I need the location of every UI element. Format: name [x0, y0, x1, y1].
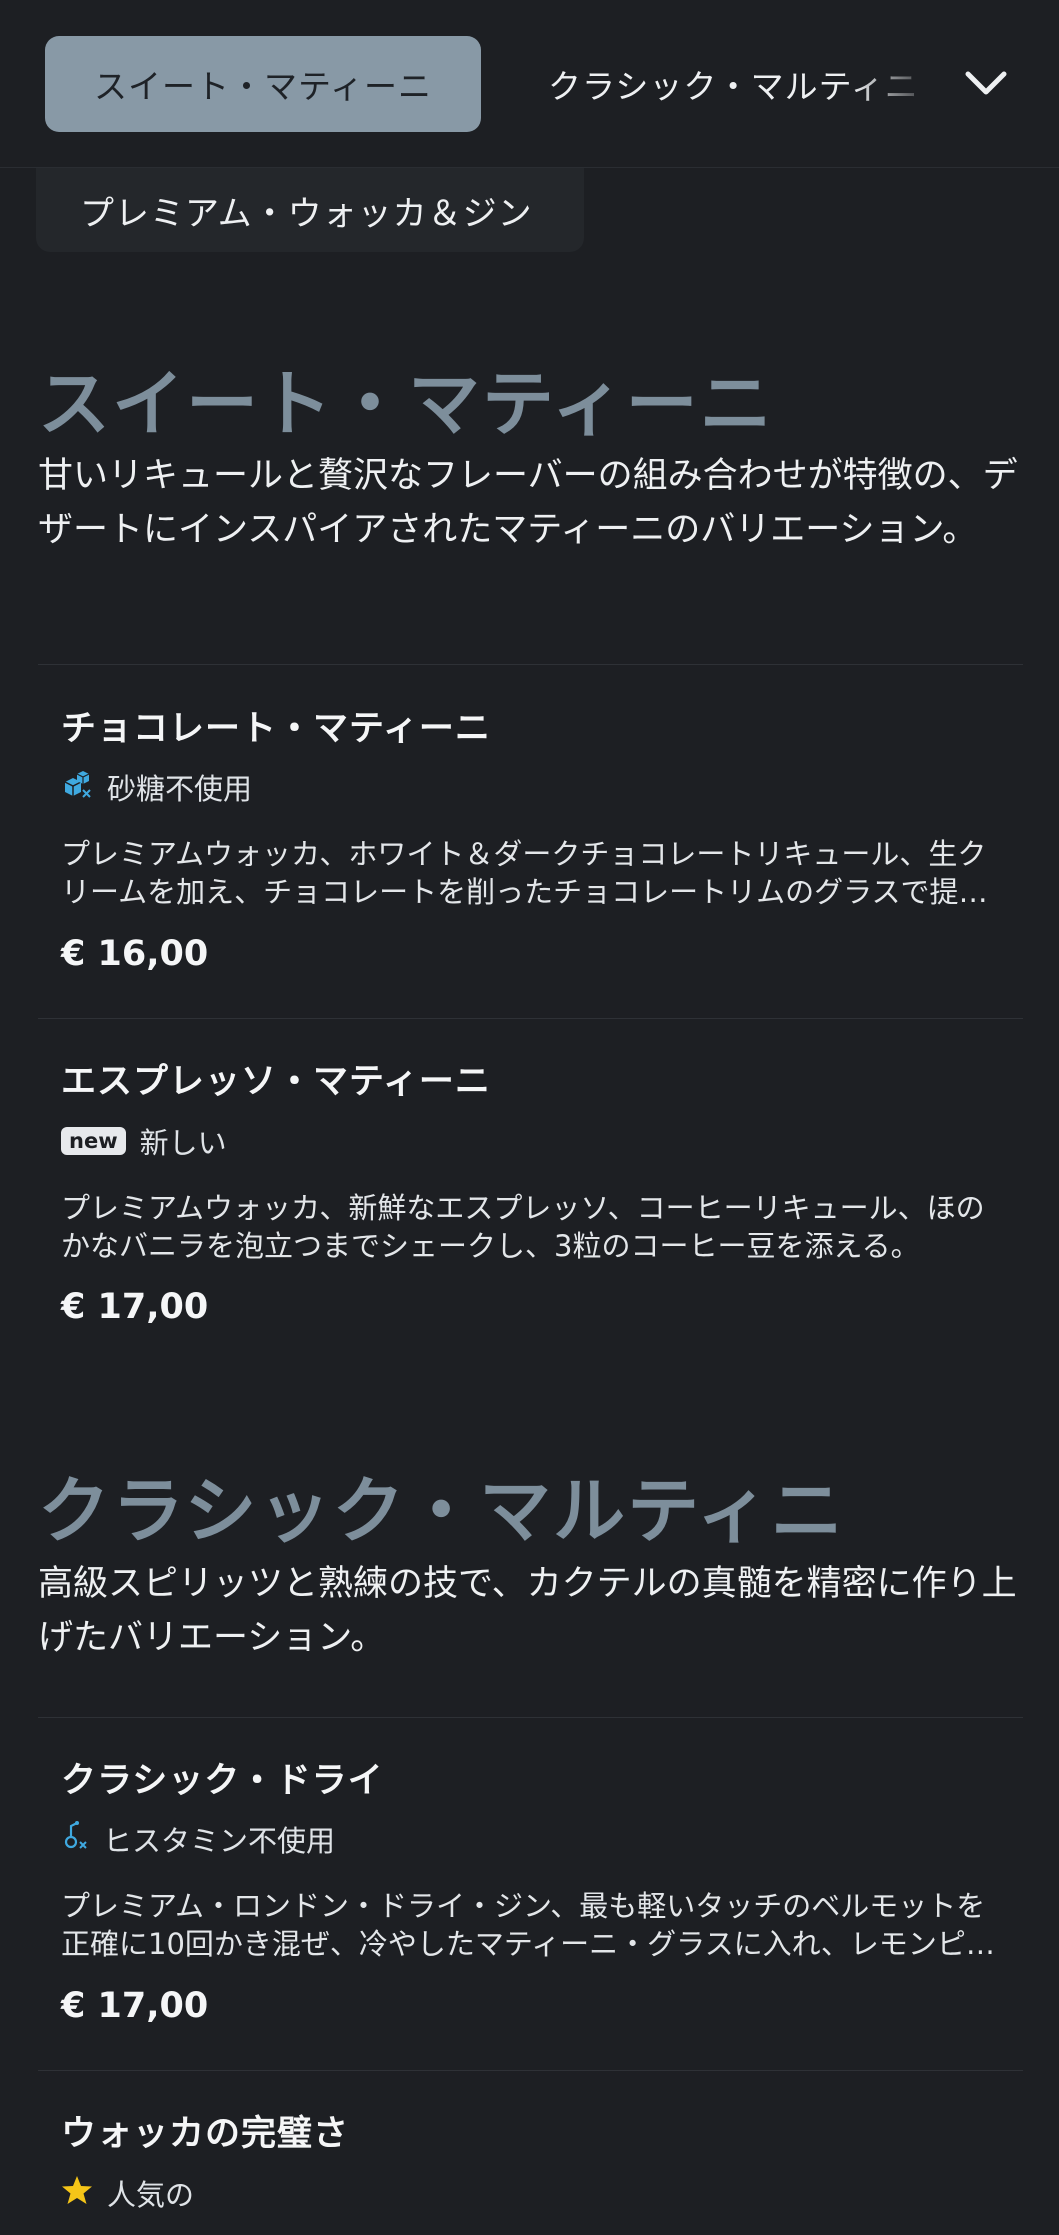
new-badge: new [61, 1127, 126, 1155]
menu-page: スイート・マティーニ クラシック・マルティニ プレミアム・ウォッカ＆ジン スイー… [0, 0, 1059, 2235]
section-title: スイート・マティーニ [38, 362, 774, 446]
item-tag: 砂糖不使用 [61, 766, 252, 808]
item-name: ウォッカの完璧さ [61, 2114, 350, 2154]
chevron-down-icon[interactable] [960, 58, 1012, 110]
item-tag-label: 砂糖不使用 [107, 772, 253, 806]
divider [38, 2070, 1023, 2071]
item-tag: ヒスタミン不使用 [61, 1818, 335, 1860]
item-price: € 16,00 [61, 934, 209, 974]
item-tag: new 新しい [61, 1120, 227, 1162]
item-name: クラシック・ドライ [61, 1761, 384, 1801]
star-icon [61, 2174, 93, 2213]
item-name: エスプレッソ・マティーニ [61, 1062, 491, 1102]
item-tag-label: ヒスタミン不使用 [103, 1824, 336, 1858]
sugar-free-icon [61, 768, 93, 807]
item-tag-label: 新しい [139, 1126, 227, 1160]
tab-sweet-martini[interactable]: スイート・マティーニ [45, 36, 481, 132]
histamine-free-icon [61, 1820, 89, 1859]
item-name: チョコレート・マティーニ [61, 709, 491, 749]
item-tag-label: 人気の [107, 2178, 195, 2212]
item-description: プレミアム・ロンドン・ドライ・ジン、最も軽いタッチのベルモットを正確に10回かき… [61, 1889, 995, 1961]
category-nav: スイート・マティーニ クラシック・マルティニ [0, 0, 1059, 168]
section-title: クラシック・マルティニ [38, 1469, 845, 1553]
item-description: プレミアムウォッカ、新鮮なエスプレッソ、コーヒーリキュール、ほのかなバニラを泡立… [61, 1191, 985, 1263]
item-description: プレミアムウォッカ、ホワイト＆ダークチョコレートリキュール、生クリームを加え、チ… [61, 837, 987, 909]
tab-premium-vodka-gin[interactable]: プレミアム・ウォッカ＆ジン [36, 168, 584, 252]
item-price: € 17,00 [61, 1287, 209, 1327]
tab-classic-martini[interactable]: クラシック・マルティニ [548, 36, 938, 132]
item-price: € 17,00 [61, 1986, 209, 2026]
divider [38, 1717, 1023, 1718]
section-description: 高級スピリッツと熟練の技で、カクテルの真髄を精密に作り上げたバリエーション。 [38, 1564, 1017, 1658]
divider [38, 664, 1023, 665]
section-description: 甘いリキュールと贅沢なフレーバーの組み合わせが特徴の、デザートにインスパイアされ… [38, 456, 1018, 550]
divider [38, 1018, 1023, 1019]
item-tag: 人気の [61, 2172, 194, 2214]
